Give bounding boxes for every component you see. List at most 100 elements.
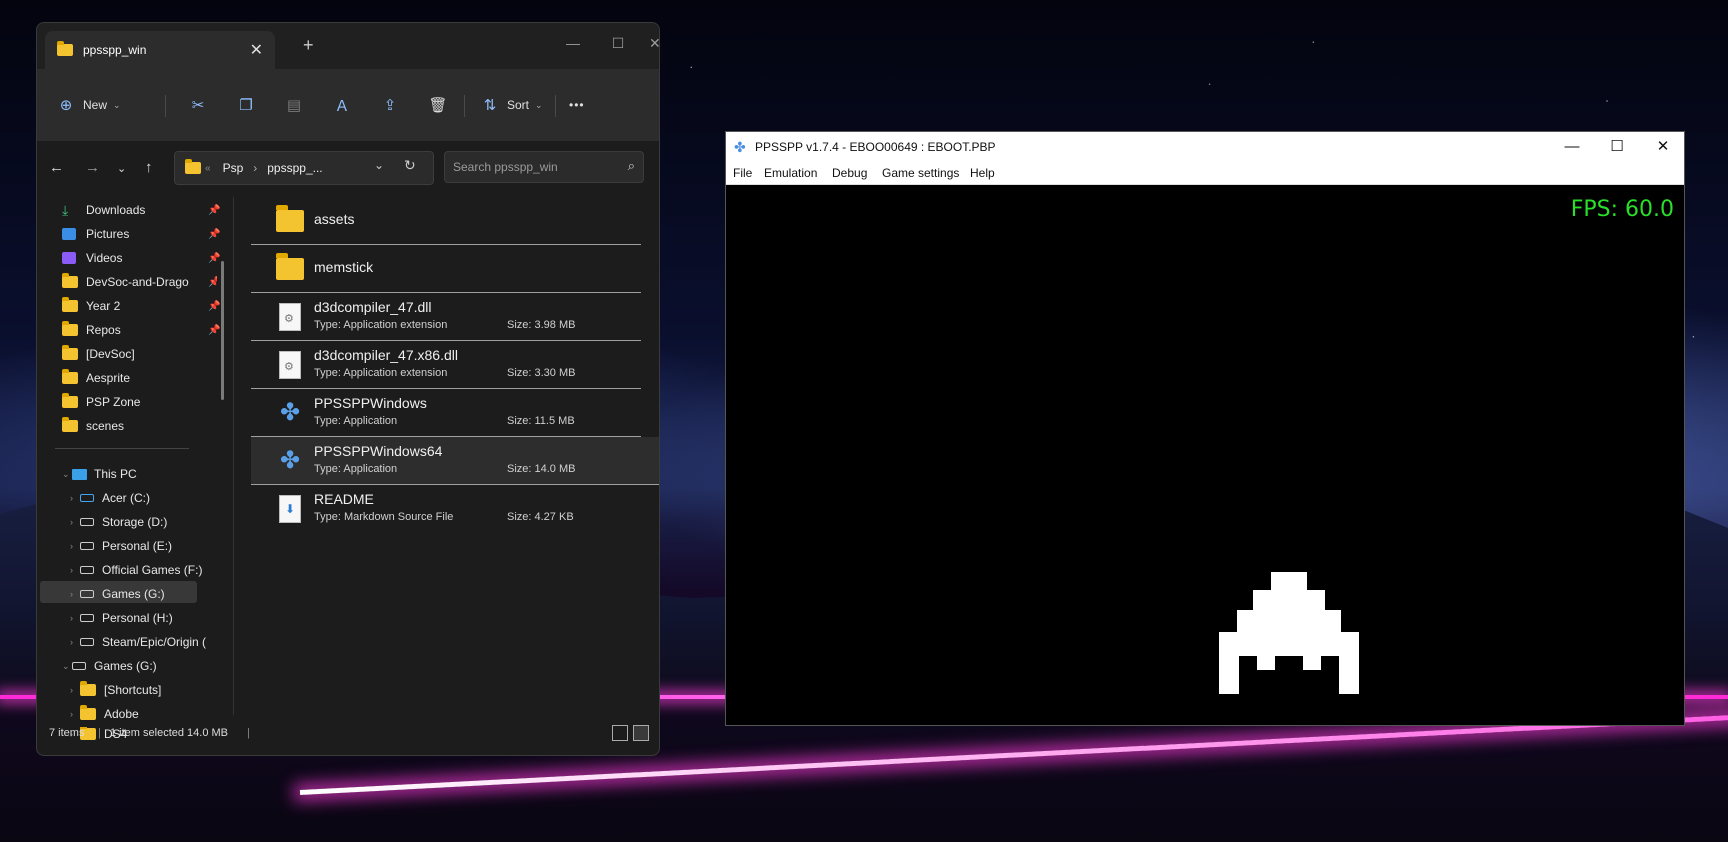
close-button[interactable]: ✕ — [1643, 135, 1683, 159]
tab-ppsspp-win[interactable]: ppsspp_win ✕ — [45, 31, 275, 69]
menu-file[interactable]: File — [733, 166, 752, 180]
sidebar-item-shortcuts[interactable]: › [Shortcuts] — [70, 679, 161, 701]
rename-icon: Ａ — [334, 97, 350, 115]
sidebar-scrollbar[interactable] — [221, 261, 224, 400]
sort-button[interactable]: ⇅ Sort ⌄ — [481, 93, 543, 117]
cut-button[interactable]: ✂ — [189, 93, 207, 117]
sidebar-item-label: Repos — [86, 323, 121, 337]
sidebar-item-games-g-drive[interactable]: ⌄ Games (G:) — [62, 655, 157, 677]
maximize-button[interactable]: ☐ — [1597, 135, 1637, 159]
delete-button[interactable]: 🗑 — [428, 93, 447, 117]
sidebar-item-devsoc-and-drago[interactable]: DevSoc-and-Drago 📌 — [62, 271, 217, 293]
file-row-ppssppwindows[interactable]: ✤ PPSSPPWindows Type: Application Size: … — [251, 389, 641, 437]
menu-debug[interactable]: Debug — [832, 166, 867, 180]
explorer-titlebar: ppsspp_win ✕ + — ☐ ✕ — [37, 23, 659, 69]
folder-icon — [80, 681, 96, 696]
sidebar-item-personal-h[interactable]: › Personal (H:) — [70, 607, 173, 629]
details-view-button[interactable] — [612, 725, 628, 741]
sidebar-item-games-g[interactable]: › Games (G:) — [70, 583, 165, 605]
search-icon: ⌕ — [627, 158, 635, 173]
minimize-button[interactable]: — — [558, 31, 588, 55]
ppsspp-window: ✤ PPSSPP v1.7.4 - EBOO00649 : EBOOT.PBP … — [725, 131, 1685, 726]
file-type: Type: Application extension — [314, 319, 448, 331]
sidebar-item-personal-e[interactable]: › Personal (E:) — [70, 535, 172, 557]
search-input[interactable]: Search ppsspp_win ⌕ — [444, 151, 644, 183]
new-tab-button[interactable]: + — [303, 35, 314, 56]
drive-icon — [80, 566, 94, 574]
toolbar-divider — [464, 95, 465, 117]
folder-icon — [62, 297, 78, 312]
menu-help[interactable]: Help — [970, 166, 995, 180]
sidebar-item-label: [Shortcuts] — [104, 683, 162, 697]
file-row-assets[interactable]: assets — [251, 197, 641, 245]
chevron-right-icon: › — [70, 517, 73, 527]
ppsspp-app-icon: ✤ — [279, 399, 301, 426]
folder-icon — [62, 393, 78, 408]
sort-icon: ⇅ — [483, 97, 497, 114]
file-row-memstick[interactable]: memstick — [251, 245, 641, 293]
pin-icon: 📌 — [208, 300, 221, 312]
file-row-d3dcompiler-47-x86[interactable]: ⚙ d3dcompiler_47.x86.dll Type: Applicati… — [251, 341, 641, 389]
sidebar-item-psp-zone[interactable]: PSP Zone — [62, 391, 140, 413]
chevron-down-icon: ⌄ — [113, 99, 121, 110]
sidebar-item-videos[interactable]: Videos 📌 — [62, 247, 220, 269]
item-count: 7 items — [49, 727, 85, 739]
close-button[interactable]: ✕ — [649, 31, 659, 55]
forward-arrow-icon[interactable]: → — [85, 159, 100, 176]
refresh-icon[interactable]: ↻ — [404, 157, 416, 174]
rename-button[interactable]: Ａ — [333, 93, 351, 117]
chevron-right-icon: › — [70, 685, 73, 695]
sidebar-item-label: Games (G:) — [94, 659, 157, 673]
maximize-button[interactable]: ☐ — [603, 31, 633, 55]
menu-game-settings[interactable]: Game settings — [882, 166, 959, 180]
file-row-ppssppwindows64[interactable]: ✤ PPSSPPWindows64 Type: Application Size… — [251, 437, 659, 485]
sidebar-item-pictures[interactable]: Pictures 📌 — [62, 223, 220, 245]
paste-button[interactable]: ▤ — [285, 93, 303, 117]
sidebar-item-steam-epic-origin[interactable]: › Steam/Epic/Origin ( — [70, 631, 220, 653]
chevron-down-icon[interactable]: ⌄ — [374, 158, 384, 172]
videos-icon — [62, 252, 76, 264]
sidebar-item-repos[interactable]: Repos 📌 — [62, 319, 220, 341]
more-options-button[interactable]: ••• — [569, 93, 585, 117]
selection-info: 1 item selected 14.0 MB — [110, 727, 229, 739]
file-type: Type: Application extension — [314, 367, 448, 379]
sidebar-item-devsoc[interactable]: [DevSoc] — [62, 343, 135, 365]
file-row-readme[interactable]: ⬇ README Type: Markdown Source File Size… — [251, 485, 641, 532]
drive-icon — [80, 638, 94, 646]
folder-icon — [62, 345, 78, 360]
file-name: d3dcompiler_47.dll — [314, 299, 432, 315]
back-arrow-icon[interactable]: ← — [49, 159, 64, 176]
recent-locations-chevron-icon[interactable]: ⌄ — [117, 162, 126, 175]
tiles-view-button[interactable] — [633, 725, 649, 741]
address-overflow[interactable]: « — [205, 163, 211, 174]
file-name: PPSSPPWindows64 — [314, 443, 443, 459]
file-size: Size: 3.98 MB — [507, 319, 576, 331]
sidebar-item-aesprite[interactable]: Aesprite — [62, 367, 130, 389]
toolbar-divider — [555, 95, 556, 117]
up-arrow-icon[interactable]: ↑ — [145, 159, 153, 176]
sidebar-item-downloads[interactable]: ⤓ Downloads 📌 — [62, 199, 220, 221]
breadcrumb-psp[interactable]: Psp — [223, 161, 244, 175]
close-tab-icon[interactable]: ✕ — [250, 40, 263, 60]
folder-icon — [62, 417, 78, 432]
copy-button[interactable]: ❐ — [237, 93, 255, 117]
scissors-icon: ✂ — [191, 97, 205, 114]
sidebar-item-storage-d[interactable]: › Storage (D:) — [70, 511, 167, 533]
breadcrumb-ppsspp[interactable]: ppsspp_... — [267, 161, 322, 175]
folder-icon — [62, 369, 78, 384]
chevron-right-icon: › — [70, 493, 73, 503]
sidebar-item-acer-c[interactable]: › Acer (C:) — [70, 487, 150, 509]
menu-emulation[interactable]: Emulation — [764, 166, 817, 180]
sidebar-item-label: [DevSoc] — [86, 347, 135, 361]
sidebar-item-official-games-f[interactable]: › Official Games (F:) — [70, 559, 202, 581]
file-row-d3dcompiler-47[interactable]: ⚙ d3dcompiler_47.dll Type: Application e… — [251, 293, 641, 341]
download-icon: ⤓ — [62, 201, 69, 218]
share-button[interactable]: ⇪ — [381, 93, 399, 117]
address-bar[interactable]: « Psp › ppsspp_... ⌄ ↻ — [174, 151, 434, 185]
sidebar-item-label: Pictures — [86, 227, 130, 241]
sidebar-item-year-2[interactable]: Year 2 📌 — [62, 295, 220, 317]
minimize-button[interactable]: — — [1552, 135, 1592, 159]
sidebar-item-scenes[interactable]: scenes — [62, 415, 124, 437]
sidebar-item-this-pc[interactable]: ⌄ This PC — [62, 463, 137, 485]
new-button[interactable]: ⊕ New ⌄ — [57, 93, 121, 117]
